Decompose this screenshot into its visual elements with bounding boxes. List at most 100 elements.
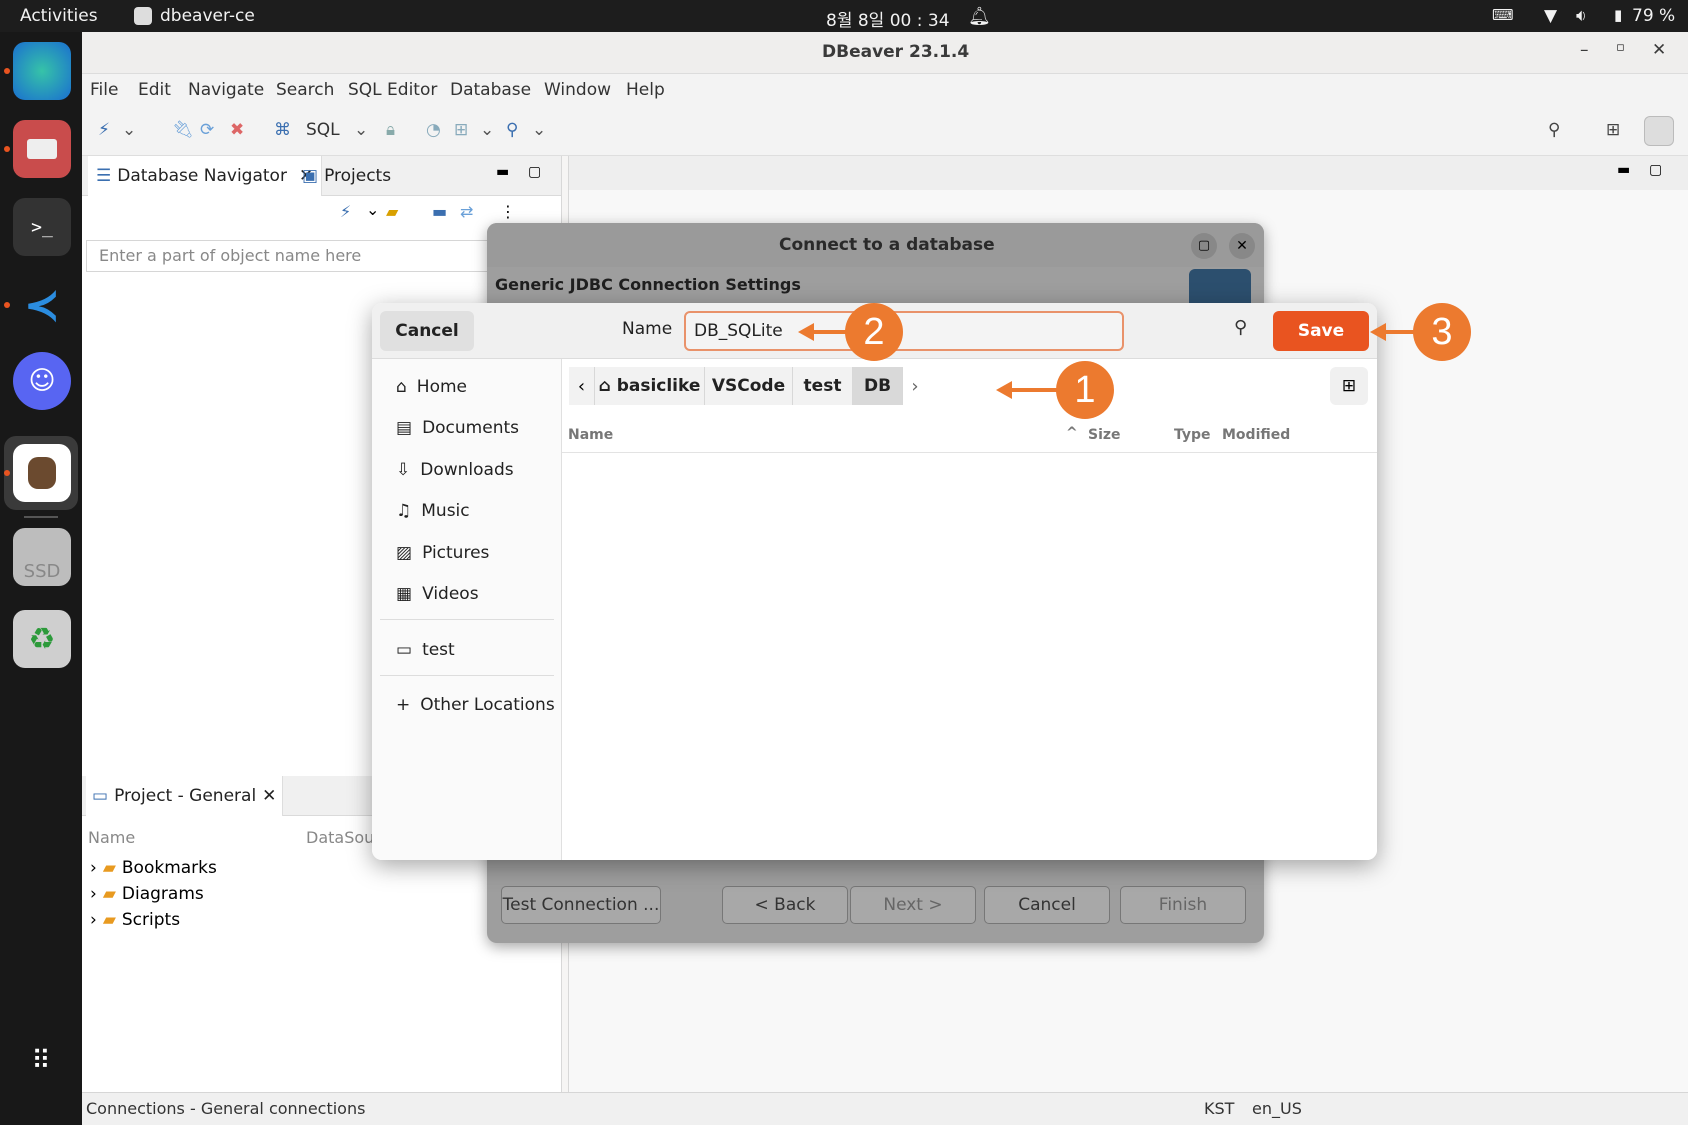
wifi-icon[interactable]: ▼ (1544, 6, 1557, 26)
tab-projects[interactable]: ▣ Projects (302, 156, 391, 196)
close-icon[interactable]: ✕ (1652, 40, 1666, 60)
menu-help[interactable]: Help (626, 80, 665, 100)
menu-sql-editor[interactable]: SQL Editor (348, 80, 437, 100)
chevron-right-icon[interactable]: › (90, 858, 97, 878)
menu-file[interactable]: File (90, 80, 118, 100)
global-search-icon[interactable]: ⚲ (1548, 120, 1560, 140)
navigator-filter-input[interactable]: Enter a part of object name here (86, 240, 556, 272)
active-app-name[interactable]: dbeaver-ce (160, 6, 255, 26)
link-editor-icon[interactable]: ⇄ (460, 202, 473, 221)
chevron-down-icon[interactable]: ⌄ (532, 120, 546, 140)
discord-icon[interactable]: ☺ (13, 352, 71, 410)
path-basiclike[interactable]: ⌂ basiclike (595, 367, 705, 405)
keyboard-icon[interactable]: ⌨ (1492, 6, 1514, 24)
sql-editor-icon[interactable]: ⌘ (274, 120, 291, 140)
commit-icon[interactable]: ◔ (426, 120, 441, 140)
sql-button[interactable]: SQL (306, 120, 340, 140)
chevron-down-icon[interactable]: ⌄ (354, 120, 368, 140)
minimize-view-icon[interactable]: ▬ (496, 164, 509, 180)
new-folder-icon[interactable]: ⊞ (1330, 367, 1368, 405)
folder-icon: ▰ (102, 884, 116, 904)
place-home[interactable]: ⌂ Home (396, 377, 467, 397)
save-button[interactable]: Save (1273, 311, 1369, 351)
place-pictures[interactable]: ▨ Pictures (396, 543, 489, 563)
volume-icon[interactable]: 🔉︎ (1576, 6, 1587, 26)
back-button[interactable]: < Back (722, 886, 848, 924)
new-connection-icon[interactable]: ⚡ (98, 120, 110, 140)
perspective-icon[interactable]: ⊞ (1606, 120, 1620, 140)
chevron-right-icon[interactable]: › (90, 910, 97, 930)
tree-item-diagrams[interactable]: › ▰ Diagrams (90, 884, 204, 904)
place-music[interactable]: ♫ Music (396, 501, 470, 521)
next-button[interactable]: Next > (850, 886, 976, 924)
show-apps-grid-icon[interactable]: ⠿ (13, 1032, 71, 1090)
minimize-icon[interactable]: – (1580, 40, 1589, 60)
disconnect-icon[interactable]: ✖ (230, 120, 244, 140)
reconnect-icon[interactable]: ⟳ (200, 120, 214, 140)
new-connection-icon[interactable]: ⚡ (340, 202, 351, 221)
filename-input[interactable]: DB_SQLite (684, 311, 1124, 351)
search-icon[interactable]: ⚲ (1234, 317, 1247, 338)
tree-item-bookmarks[interactable]: › ▰ Bookmarks (90, 858, 217, 878)
connect-icon[interactable]: 🔌︎ (172, 120, 194, 140)
maximize-icon[interactable]: ▫ (1616, 40, 1625, 55)
menu-database[interactable]: Database (450, 80, 531, 100)
search-icon[interactable]: ⚲ (506, 120, 518, 140)
path-vscode[interactable]: VSCode (705, 367, 793, 405)
finish-button[interactable]: Finish (1120, 886, 1246, 924)
view-menu-icon[interactable]: ⋮ (500, 202, 516, 221)
column-modified[interactable]: Modified (1222, 427, 1290, 443)
path-test[interactable]: test (793, 367, 853, 405)
maximize-view-icon[interactable]: ▢ (528, 164, 541, 180)
tab-database-navigator[interactable]: ☰ Database Navigator ✕ (88, 156, 323, 196)
clock[interactable]: 8월 8일 00 : 34 (826, 6, 950, 31)
edge-browser-icon[interactable] (13, 42, 71, 100)
menu-window[interactable]: Window (544, 80, 611, 100)
cancel-button[interactable]: Cancel (380, 311, 474, 351)
column-type[interactable]: Type (1174, 427, 1211, 443)
place-videos[interactable]: ▦ Videos (396, 584, 479, 604)
transaction-icon[interactable]: ⊞ (454, 120, 468, 140)
place-other-locations[interactable]: + Other Locations (396, 695, 555, 715)
column-size[interactable]: Size (1088, 427, 1121, 443)
files-icon[interactable] (13, 120, 71, 178)
tree-item-scripts[interactable]: › ▰ Scripts (90, 910, 180, 930)
chevron-right-icon[interactable]: › (90, 884, 97, 904)
battery-icon[interactable]: ▮ (1614, 6, 1622, 24)
path-forward-arrow[interactable]: › (903, 367, 927, 405)
sort-ascending-icon[interactable]: ^ (1066, 425, 1078, 441)
trash-icon[interactable]: ♻ (13, 610, 71, 668)
place-documents[interactable]: ▤ Documents (396, 418, 519, 438)
new-folder-icon[interactable]: ▰ (386, 202, 398, 221)
place-downloads[interactable]: ⇩ Downloads (396, 460, 514, 480)
path-back-arrow[interactable]: ‹ (569, 367, 595, 405)
dbeaver-icon[interactable] (13, 444, 71, 502)
chevron-down-icon[interactable]: ⌄ (122, 120, 136, 140)
path-db-current[interactable]: DB (853, 367, 903, 405)
activities-button[interactable]: Activities (20, 6, 98, 26)
close-icon[interactable]: ✕ (1229, 233, 1255, 259)
menu-edit[interactable]: Edit (138, 80, 171, 100)
menu-navigate[interactable]: Navigate (188, 80, 264, 100)
running-indicator (4, 68, 10, 74)
vscode-icon[interactable]: ≺ (13, 276, 71, 334)
menu-search[interactable]: Search (276, 80, 334, 100)
file-list[interactable] (562, 453, 1377, 860)
bookmark-test[interactable]: ▭ test (396, 640, 455, 660)
minimize-view-icon[interactable]: ▬ (1617, 162, 1630, 178)
lock-icon[interactable]: 🔒︎ (386, 120, 395, 140)
column-name[interactable]: Name (568, 427, 613, 443)
terminal-icon[interactable]: >_ (13, 198, 71, 256)
notification-bell-icon[interactable]: 🔔︎ (968, 6, 991, 27)
chevron-down-icon[interactable]: ⌄ (366, 200, 379, 219)
dbeaver-perspective-icon[interactable] (1644, 116, 1674, 146)
test-connection-button[interactable]: Test Connection ... (501, 886, 661, 924)
ssd-drive-icon[interactable]: SSD (13, 528, 71, 586)
close-icon[interactable]: ✕ (262, 786, 276, 806)
maximize-view-icon[interactable]: ▢ (1649, 162, 1662, 178)
chevron-down-icon[interactable]: ⌄ (480, 120, 494, 140)
cancel-button[interactable]: Cancel (984, 886, 1110, 924)
collapse-all-icon[interactable]: ▬ (432, 202, 447, 221)
tab-project-general[interactable]: ▭ Project - General ✕ (86, 776, 284, 816)
maximize-icon[interactable]: ▢ (1191, 233, 1217, 259)
